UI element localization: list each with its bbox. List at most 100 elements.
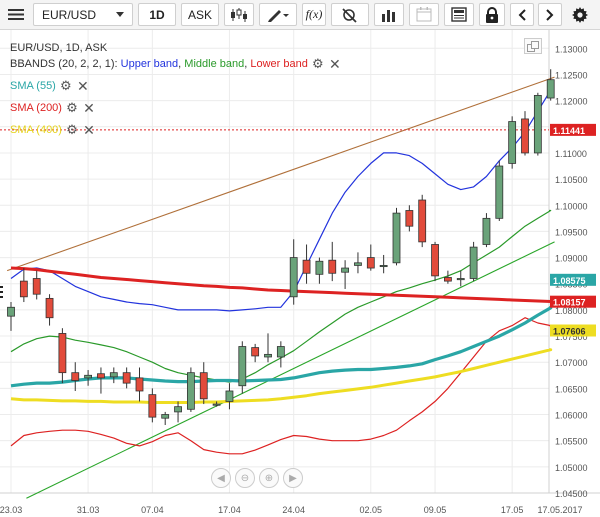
popout-button[interactable]: [524, 38, 542, 54]
settings-button[interactable]: [567, 3, 593, 26]
menu-button[interactable]: [4, 3, 28, 26]
pan-left-button[interactable]: ◀: [211, 468, 231, 488]
zoom-out-button[interactable]: ⊖: [235, 468, 255, 488]
calendar-button[interactable]: [409, 3, 439, 26]
sma400-remove-icon[interactable]: ✕: [82, 122, 96, 138]
price-badge-label: 1.08157: [553, 298, 586, 308]
candle-down: [58, 333, 67, 374]
y-tick-label: 1.06500: [555, 384, 588, 394]
candles-icon: [231, 7, 247, 22]
legend-sma55[interactable]: SMA (55) ⚙ ✕: [10, 78, 90, 94]
sma55-settings-icon[interactable]: ⚙: [59, 78, 73, 93]
candle-up: [456, 278, 465, 281]
candle-down: [366, 257, 375, 269]
news-button[interactable]: [444, 3, 474, 26]
candle-up: [276, 346, 285, 358]
candle-up: [533, 94, 542, 154]
lock-icon: [486, 6, 498, 23]
chart-area[interactable]: 1.130001.125001.120001.115001.110001.105…: [0, 30, 600, 517]
x-tick-label: 31.03: [77, 505, 100, 515]
indicators-button[interactable]: f(x): [302, 3, 326, 26]
legend-sma400[interactable]: SMA (400) ⚙ ✕: [10, 122, 96, 138]
candle-up: [174, 406, 182, 413]
sma200-settings-icon[interactable]: ⚙: [65, 100, 79, 115]
calendar-icon: [416, 7, 432, 22]
price-badge-label: 1.07606: [553, 327, 586, 337]
volume-button[interactable]: [374, 3, 404, 26]
candle-up: [264, 353, 272, 358]
candle-up: [212, 403, 221, 406]
price-badge-label: 1.08575: [553, 276, 586, 286]
candle-up: [7, 306, 15, 317]
candle-up: [508, 121, 517, 164]
candle-up: [238, 346, 247, 387]
bb-upper-label: Upper band: [120, 58, 179, 70]
scroll-left-button[interactable]: [510, 3, 534, 26]
bb-middle-label: Middle band: [184, 58, 245, 70]
candle-down: [32, 278, 41, 295]
candle-down: [71, 372, 80, 381]
bbands-remove-icon[interactable]: ✕: [328, 56, 342, 72]
candle-up: [225, 390, 234, 402]
sma200-label: SMA (200): [10, 102, 62, 114]
fx-icon: f(x): [305, 7, 323, 21]
candle-up: [495, 165, 504, 219]
x-axis: 23.03 31.03 07.04 17.04 24.04 02.05 09.05 17.05…: [0, 505, 583, 515]
news-icon: [451, 7, 467, 22]
legend-sma200[interactable]: SMA (200) ⚙ ✕: [10, 100, 96, 116]
symbol-label: EUR/USD: [42, 7, 97, 22]
candle-up: [161, 414, 170, 419]
candle-down: [405, 210, 414, 227]
y-tick-label: 1.04500: [555, 489, 588, 499]
triangle-left-icon: ◀: [217, 472, 225, 484]
y-tick-label: 1.07000: [555, 358, 588, 368]
y-tick-label: 1.12000: [555, 97, 588, 107]
candle-up: [341, 267, 350, 273]
candle-down: [328, 259, 337, 274]
interval-selector[interactable]: 1D: [138, 3, 176, 26]
y-tick-label: 1.13000: [555, 44, 588, 54]
bbands-settings-icon[interactable]: ⚙: [311, 56, 325, 71]
legend-bbands[interactable]: BBANDS (20, 2, 2, 1): Upper band , Middl…: [10, 56, 342, 72]
y-tick-label: 1.10500: [555, 175, 588, 185]
scroll-right-button[interactable]: [538, 3, 562, 26]
price-type-selector[interactable]: ASK: [181, 3, 219, 26]
candle-up: [289, 257, 298, 298]
lock-button[interactable]: [479, 3, 505, 26]
x-tick-label: 17.05.2017: [537, 505, 582, 515]
candle-up: [315, 260, 324, 275]
candle-up: [109, 372, 118, 378]
candle-up: [354, 262, 362, 266]
sma200-remove-icon[interactable]: ✕: [82, 100, 96, 116]
x-tick-label: 09.05: [424, 505, 447, 515]
chart-type-button[interactable]: [224, 3, 254, 26]
x-tick-label: 17.05: [501, 505, 524, 515]
candle-up: [546, 79, 555, 99]
y-tick-label: 1.09000: [555, 254, 588, 264]
crosshair-toggle-button[interactable]: [331, 3, 369, 26]
sma400-label: SMA (400): [10, 124, 62, 136]
draw-tool-button[interactable]: [259, 3, 297, 26]
candle-down: [122, 372, 131, 384]
symbol-selector[interactable]: EUR/USD: [33, 3, 133, 26]
candle-down: [302, 259, 311, 274]
candle-down: [199, 372, 208, 400]
y-tick-label: 1.05000: [555, 463, 588, 473]
candle-down: [418, 199, 427, 243]
pan-right-button[interactable]: ▶: [283, 468, 303, 488]
candle-up: [392, 212, 401, 264]
crosshair-off-icon: [342, 7, 357, 23]
zoom-out-icon: ⊖: [240, 472, 250, 484]
zoom-in-button[interactable]: ⊕: [259, 468, 279, 488]
resize-handle[interactable]: [0, 285, 4, 299]
sma55-remove-icon[interactable]: ✕: [76, 78, 90, 94]
interval-label: 1D: [149, 7, 165, 22]
x-tick-label: 23.03: [0, 505, 22, 515]
bbands-label: BBANDS (20, 2, 2, 1):: [10, 58, 121, 70]
gear-icon: [572, 6, 588, 23]
y-tick-label: 1.09500: [555, 227, 588, 237]
sma400-settings-icon[interactable]: ⚙: [65, 122, 79, 137]
candle-down: [97, 373, 105, 379]
x-tick-label: 17.04: [218, 505, 241, 515]
drag-handle-icon: [0, 286, 3, 298]
